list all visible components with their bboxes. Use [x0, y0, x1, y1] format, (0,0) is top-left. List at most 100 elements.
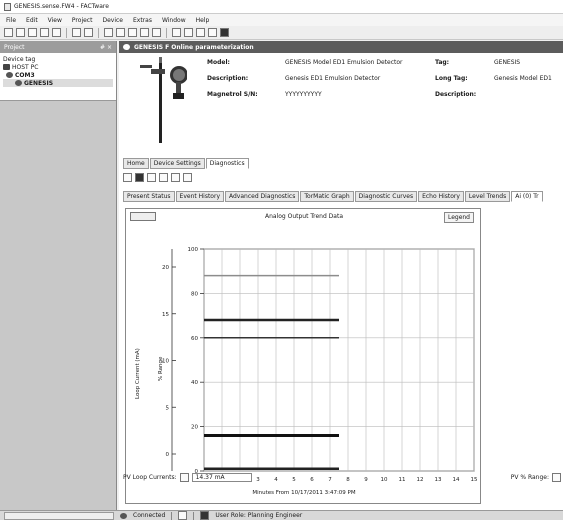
loop-current-icon: [179, 472, 189, 482]
device-tag-column: Device tag: [3, 55, 36, 63]
save-icon[interactable]: [28, 28, 37, 37]
help-icon[interactable]: [52, 28, 61, 37]
tab-advanced-diagnostics[interactable]: Advanced Diagnostics: [225, 191, 300, 202]
panel-pin-icon[interactable]: # ×: [100, 44, 112, 51]
diagnostics-toolbar: [123, 171, 192, 183]
y-right-tick-label: 100: [188, 247, 199, 253]
tab-level-trends[interactable]: Level Trends: [464, 191, 511, 202]
menu-help[interactable]: Help: [196, 17, 210, 24]
tab-diagnostic-curves[interactable]: Diagnostic Curves: [354, 191, 418, 202]
computer-icon: [3, 64, 10, 70]
view-icon[interactable]: [147, 172, 156, 182]
status-separator: [193, 511, 195, 520]
tree-item-label: GENESIS: [24, 79, 54, 87]
y-left-tick-label: 20: [162, 265, 169, 271]
window-icon[interactable]: [183, 172, 192, 182]
tree-item-com3[interactable]: COM3: [3, 71, 113, 79]
download-icon[interactable]: [140, 28, 149, 37]
model-label: Model:: [207, 59, 230, 66]
tab-ao-trend[interactable]: Ai (0) Tr: [511, 191, 543, 202]
device-info: Model: GENESIS Model ED1 Emulsion Detect…: [119, 53, 563, 153]
menu-file[interactable]: File: [6, 17, 16, 24]
export-icon[interactable]: [159, 172, 168, 182]
disconnect-icon[interactable]: [116, 28, 125, 37]
tab-tormatic-graph[interactable]: TorMatic Graph: [300, 191, 354, 202]
description-label: Description:: [207, 75, 249, 82]
transmitter-image: [140, 57, 187, 143]
trend-chart: 0123456789101112131415020406080100051015…: [162, 247, 478, 483]
tree-item-host-pc[interactable]: HOST PC: [3, 63, 113, 71]
settings-icon[interactable]: [208, 28, 217, 37]
app-icon: [4, 2, 11, 11]
chart-footer: PV Loop Currents: 14.37 mA PV % Range:: [123, 471, 561, 483]
refresh-icon[interactable]: [152, 28, 161, 37]
menu-edit[interactable]: Edit: [26, 17, 38, 24]
menu-window[interactable]: Window: [162, 17, 186, 24]
y-axis-right-label: % Range: [158, 356, 164, 381]
device-header: GENESIS F Online parameterization: [119, 41, 563, 53]
menu-view[interactable]: View: [48, 17, 62, 24]
y-axis-left-label: Loop Current (mA): [135, 348, 141, 399]
menu-bar: File Edit View Project Device Extras Win…: [0, 14, 563, 26]
model-value: GENESIS Model ED1 Emulsion Detector: [285, 59, 403, 66]
loop-current-field[interactable]: 14.37 mA: [191, 472, 252, 482]
long-tag-value: Genesis Model ED1: [494, 75, 552, 82]
tools-icon[interactable]: [196, 28, 205, 37]
description2-label: Description:: [435, 91, 477, 98]
tab-event-history[interactable]: Event History: [175, 191, 224, 202]
magnetrol-sn-value: YYYYYYYYYY: [285, 91, 322, 98]
main-panel: GENESIS F Online parameterization Model:…: [119, 41, 563, 510]
y-left-tick-label: 5: [166, 405, 170, 411]
connection-status: Connected: [133, 512, 166, 519]
online-icon[interactable]: [172, 28, 181, 37]
tree-item-label: COM3: [15, 71, 35, 79]
trend-chart-panel: Analog Output Trend Data Legend 01234567…: [125, 208, 481, 504]
upload-icon[interactable]: [128, 28, 137, 37]
plot-area: [203, 248, 475, 472]
diagnostics-tabs: Present Status Event History Advanced Di…: [123, 191, 543, 202]
tab-echo-history[interactable]: Echo History: [418, 191, 464, 202]
user-role-icon: [200, 511, 210, 520]
tree-column-header: Device tag: [3, 55, 113, 63]
tab-present-status[interactable]: Present Status: [123, 191, 175, 202]
tree-item-label: HOST PC: [12, 63, 39, 71]
toolbar-separator: [98, 27, 99, 38]
long-tag-label: Long Tag:: [435, 75, 468, 82]
tree-item-genesis[interactable]: GENESIS: [3, 79, 113, 87]
tab-device-settings[interactable]: Device Settings: [149, 158, 205, 169]
connect-icon[interactable]: [104, 28, 113, 37]
project-panel: Project # × Device tag HOST PC COM3 GENE…: [0, 41, 117, 510]
y-right-tick-label: 40: [191, 380, 198, 386]
print-icon[interactable]: [171, 172, 180, 182]
y-right-tick-label: 20: [191, 425, 198, 431]
print-icon[interactable]: [40, 28, 49, 37]
pv-range-icon: [552, 472, 561, 482]
y-right-tick-label: 60: [191, 336, 198, 342]
toolbar: [0, 26, 563, 40]
save-icon[interactable]: [135, 172, 144, 182]
tab-diagnostics[interactable]: Diagnostics: [205, 158, 249, 169]
open-icon[interactable]: [16, 28, 25, 37]
upload-icon[interactable]: [123, 172, 132, 182]
menu-device[interactable]: Device: [102, 17, 123, 24]
new-icon[interactable]: [4, 28, 13, 37]
x-axis-label: Minutes From 10/17/2011 3:47:09 PM: [252, 490, 356, 496]
connected-icon: [120, 512, 127, 519]
device-icon: [123, 44, 130, 50]
project-panel-header: Project # ×: [0, 41, 116, 53]
project-panel-title: Project: [4, 43, 25, 51]
user-role: User Role: Planning Engineer: [215, 512, 303, 519]
title-bar: GENESIS.sense.FW4 - FACTware: [0, 0, 563, 14]
loop-current-label: PV Loop Currents:: [123, 473, 177, 481]
toolbar-separator: [166, 27, 167, 38]
menu-extras[interactable]: Extras: [133, 17, 152, 24]
menu-project[interactable]: Project: [72, 17, 93, 24]
offline-icon[interactable]: [184, 28, 193, 37]
project-icon[interactable]: [72, 28, 81, 37]
tab-home[interactable]: Home: [123, 158, 149, 169]
stop-icon[interactable]: [220, 28, 229, 37]
magnetrol-sn-label: Magnetrol S/N:: [207, 91, 258, 98]
main-tabs: Home Device Settings Diagnostics: [123, 158, 249, 169]
device-header-title: GENESIS F Online parameterization: [134, 43, 254, 51]
catalog-icon[interactable]: [84, 28, 93, 37]
